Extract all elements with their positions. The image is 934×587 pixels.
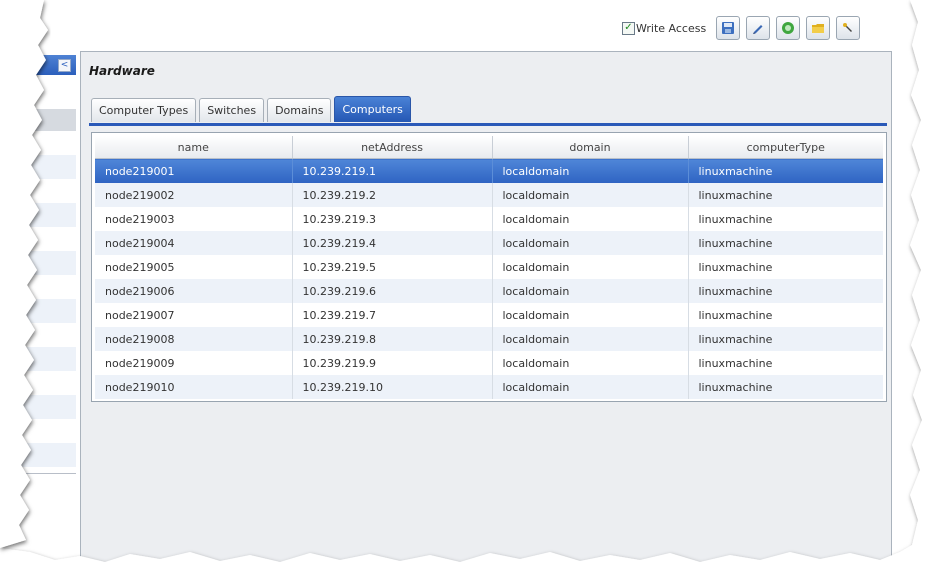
table-row[interactable]: node219005 10.239.219.5 localdomain linuxma…	[95, 255, 883, 279]
tab-computers[interactable]: Computers	[334, 96, 411, 122]
pencil-icon	[753, 25, 763, 34]
column-header-netaddress[interactable]: netAddress	[292, 136, 493, 159]
table-row[interactable]: node219006 10.239.219.6 localdomain linuxma…	[95, 279, 883, 303]
cell-name: node219001	[95, 158, 293, 183]
table-row[interactable]: node219009 10.239.219.9 localdomain linuxma…	[95, 351, 883, 375]
write-access-label: Write Access	[636, 21, 707, 35]
sidebar-item[interactable]	[0, 251, 76, 275]
tab-domains[interactable]: Domains	[267, 98, 332, 122]
sidebar-header: <	[0, 55, 76, 75]
sidebar-item[interactable]	[0, 203, 76, 227]
cell-netaddress: 10.239.219.10	[292, 375, 493, 399]
table-row[interactable]: node219001 10.239.219.1 localdomain linuxma…	[95, 158, 883, 183]
cell-netaddress: 10.239.219.4	[292, 231, 493, 255]
sidebar-selected-item[interactable]	[0, 109, 76, 131]
open-button[interactable]	[806, 16, 831, 40]
wrench-icon	[843, 23, 853, 32]
cell-name: node219004	[95, 231, 293, 255]
cell-computertype: linuxmachine	[688, 279, 883, 303]
tab-strip	[89, 123, 887, 126]
cell-domain: localdomain	[492, 327, 689, 351]
cell-netaddress: 10.239.219.5	[292, 255, 493, 279]
sidebar-divider	[0, 473, 76, 474]
tools-button[interactable]	[836, 16, 861, 40]
sidebar-item[interactable]	[0, 347, 76, 371]
header-row: name netAddress domain computerType	[95, 136, 883, 159]
tab-switches[interactable]: Switches	[199, 98, 265, 122]
cell-domain: localdomain	[492, 303, 689, 327]
cell-computertype: linuxmachine	[688, 183, 883, 207]
hardware-panel: Hardware Computer Types Switches Domains…	[80, 51, 892, 571]
cell-domain: localdomain	[492, 158, 689, 183]
tab-computer-types[interactable]: Computer Types	[91, 98, 197, 122]
cell-computertype: linuxmachine	[688, 231, 883, 255]
column-header-name[interactable]: name	[95, 136, 293, 159]
cell-computertype: linuxmachine	[688, 327, 883, 351]
tab-bar: Computer Types Switches Domains Computer…	[91, 96, 414, 122]
sidebar-item[interactable]	[0, 299, 76, 323]
save-button[interactable]	[716, 16, 741, 40]
cell-netaddress: 10.239.219.1	[292, 158, 493, 183]
table-row[interactable]: node219003 10.239.219.3 localdomain linuxma…	[95, 207, 883, 231]
write-access-checkbox[interactable]: ✓	[622, 21, 635, 35]
cell-name: node219010	[95, 375, 293, 399]
cell-domain: localdomain	[492, 351, 689, 375]
cell-domain: localdomain	[492, 255, 689, 279]
panel-title: Hardware	[89, 64, 155, 78]
table-row[interactable]: node219010 10.239.219.10 localdomain linuxm…	[95, 375, 883, 399]
cell-name: node219008	[95, 327, 293, 351]
folder-icon	[812, 24, 825, 33]
cell-computertype: linuxmachine	[688, 375, 883, 399]
cell-name: node219002	[95, 183, 293, 207]
app-window: ✓ Write Access < Hardware Computer Types…	[0, 0, 934, 587]
collapse-sidebar-button[interactable]: <	[58, 59, 71, 72]
cell-computertype: linuxmachine	[698, 212, 773, 226]
cell-netaddress: 10.239.219.3	[292, 207, 493, 231]
table-row[interactable]: node219007 10.239.219.7 localdomain linuxma…	[95, 303, 883, 327]
cell-name: node219003	[95, 207, 293, 231]
computers-table: name netAddress domain computerType node…	[95, 136, 883, 399]
sidebar-item[interactable]	[0, 395, 76, 419]
apply-button[interactable]	[776, 16, 801, 40]
edit-button[interactable]	[746, 16, 771, 40]
sidebar-item[interactable]	[0, 443, 76, 467]
cell-computertype: linuxmachine	[698, 356, 773, 370]
cell-name: node219006	[95, 279, 293, 303]
table-row[interactable]: node219008 10.239.219.8 localdomain linuxma…	[95, 327, 883, 351]
cell-domain: localdomain	[492, 207, 689, 231]
cell-computertype: linuxmachine	[698, 260, 773, 274]
cell-name: node219005	[95, 255, 293, 279]
cell-name: node219009	[95, 351, 293, 375]
table-row[interactable]: node219002 10.239.219.2 localdomain linuxma…	[95, 183, 883, 207]
sidebar-item[interactable]	[0, 155, 76, 179]
toolbar: ✓ Write Access	[622, 15, 866, 41]
table-row[interactable]: node219004 10.239.219.4 localdomain linuxma…	[95, 231, 883, 255]
cell-computertype: linuxmachine	[698, 308, 773, 322]
computers-grid: name netAddress domain computerType node…	[91, 132, 887, 402]
sidebar: <	[0, 55, 76, 475]
cell-netaddress: 10.239.219.8	[292, 327, 493, 351]
cell-domain: localdomain	[492, 231, 689, 255]
cell-netaddress: 10.239.219.6	[292, 279, 493, 303]
column-header-domain[interactable]: domain	[492, 136, 689, 159]
save-icon	[722, 22, 735, 34]
cell-domain: localdomain	[492, 183, 689, 207]
cell-name: node219007	[95, 303, 293, 327]
cell-netaddress: 10.239.219.7	[292, 303, 493, 327]
cell-domain: localdomain	[492, 279, 689, 303]
cell-computertype: linuxmachine	[688, 158, 883, 183]
ok-circle-icon	[782, 22, 795, 34]
cell-domain: localdomain	[492, 375, 689, 399]
cell-netaddress: 10.239.219.9	[292, 351, 493, 375]
cell-netaddress: 10.239.219.2	[292, 183, 493, 207]
column-header-computertype[interactable]: computerType	[688, 136, 883, 159]
